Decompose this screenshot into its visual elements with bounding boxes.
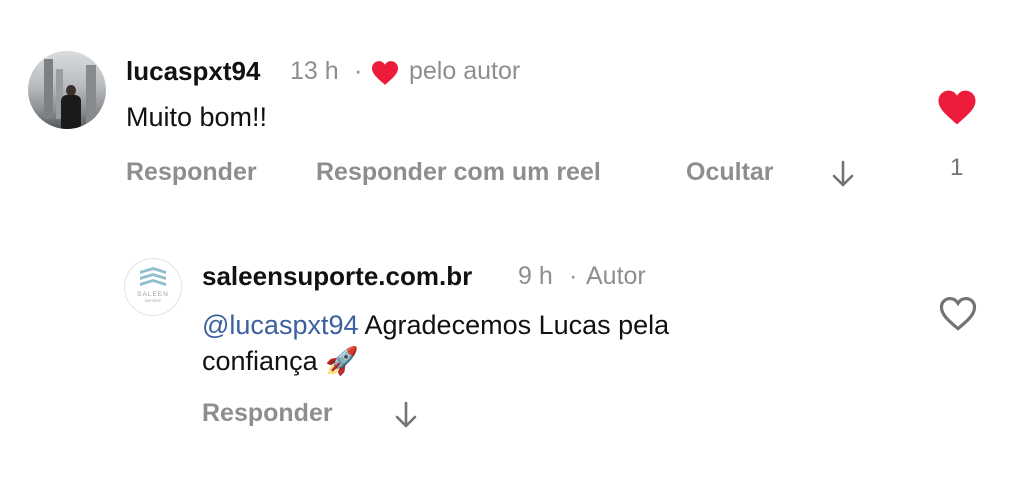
svg-text:SUPORTE: SUPORTE: [145, 299, 163, 303]
reply-text-line2-container: confiança 🚀: [202, 344, 359, 378]
reply-text: @lucaspxt94 Agradecemos Lucas pela: [202, 308, 669, 342]
author-badge: Autor: [586, 262, 646, 290]
avatar-image-detail: [86, 65, 96, 123]
reply-username[interactable]: saleensuporte.com.br: [202, 261, 472, 292]
arrow-down-icon[interactable]: [831, 160, 855, 193]
saleen-logo-icon: SALEEN SUPORTE: [137, 267, 169, 303]
meta-separator: ·: [354, 57, 363, 85]
reply-with-reel-button[interactable]: Responder com um reel: [316, 158, 601, 187]
hide-button[interactable]: Ocultar: [686, 158, 774, 187]
arrow-down-icon[interactable]: [394, 401, 418, 434]
reply-time: 9 h: [518, 262, 553, 290]
avatar-saleensuporte[interactable]: SALEEN SUPORTE: [124, 258, 182, 316]
meta-separator: ·: [569, 262, 578, 290]
avatar-lucaspxt94[interactable]: [28, 51, 106, 129]
heart-icon: [370, 60, 400, 91]
heart-icon[interactable]: [936, 89, 978, 131]
comment-time: 13 h: [290, 57, 339, 85]
comment-text: Muito bom!!: [126, 102, 268, 132]
svg-text:SALEEN: SALEEN: [137, 291, 169, 298]
reply-button[interactable]: Responder: [126, 158, 257, 187]
mention-link[interactable]: @lucaspxt94: [202, 310, 359, 340]
reply-text-line1: Agradecemos Lucas pela: [358, 310, 670, 340]
reply-text-line2: confiança: [202, 346, 318, 376]
liked-by-author-label: pelo autor: [409, 57, 521, 85]
heart-icon[interactable]: [938, 296, 978, 336]
rocket-emoji: 🚀: [325, 346, 359, 376]
comment-username[interactable]: lucaspxt94: [126, 56, 260, 87]
avatar-image-detail: [61, 95, 81, 129]
avatar-image-detail: [44, 59, 53, 119]
reply-button[interactable]: Responder: [202, 399, 333, 428]
like-count: 1: [950, 154, 964, 181]
